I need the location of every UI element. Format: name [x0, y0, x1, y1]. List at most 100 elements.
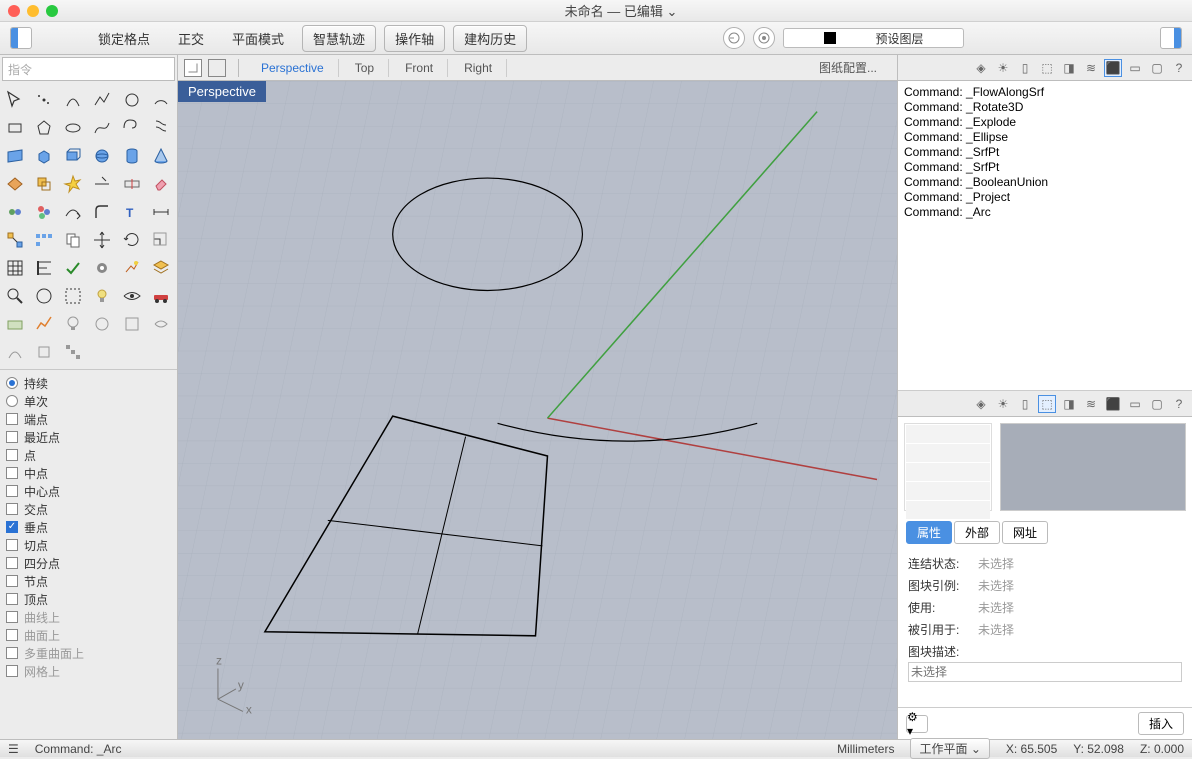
- eraser-tool[interactable]: [148, 171, 174, 197]
- hide-tool[interactable]: [119, 283, 145, 309]
- cylinder-tool[interactable]: [119, 143, 145, 169]
- quad-check[interactable]: [6, 557, 18, 569]
- perspective-tab[interactable]: Perspective: [247, 59, 339, 77]
- split-tool[interactable]: [119, 171, 145, 197]
- minimize-button[interactable]: [27, 5, 39, 17]
- spiral-tool[interactable]: [119, 115, 145, 141]
- grid-tool[interactable]: [2, 255, 28, 281]
- left-sidebar-toggle[interactable]: [10, 27, 32, 49]
- command-input[interactable]: 指令: [2, 57, 175, 81]
- cplane-button[interactable]: 工作平面 ⌄: [910, 738, 989, 759]
- car-tool[interactable]: [148, 283, 174, 309]
- group-tool[interactable]: [31, 199, 57, 225]
- render-tool[interactable]: [119, 255, 145, 281]
- url-tab[interactable]: 网址: [1002, 521, 1048, 544]
- polyline-tool[interactable]: [89, 87, 115, 113]
- camera-icon[interactable]: ◨: [1060, 59, 1078, 77]
- right-tab[interactable]: Right: [450, 59, 507, 77]
- rotate-tool[interactable]: [119, 227, 145, 253]
- grid-lock-button[interactable]: 锁定格点: [88, 26, 160, 51]
- line-tool[interactable]: [60, 87, 86, 113]
- doc-icon-2[interactable]: ▯: [1016, 395, 1034, 413]
- rect-tool[interactable]: [2, 115, 28, 141]
- attr-tab[interactable]: 属性: [906, 521, 952, 544]
- screen-icon[interactable]: ▢: [1148, 59, 1166, 77]
- stack-icon-2[interactable]: ≋: [1082, 395, 1100, 413]
- block-desc-input[interactable]: [908, 662, 1182, 682]
- history-button[interactable]: 建构历史: [453, 25, 527, 52]
- single-view-button[interactable]: [208, 59, 226, 77]
- layer-tool[interactable]: [148, 255, 174, 281]
- pointer-tool[interactable]: [2, 87, 28, 113]
- material-tool[interactable]: [2, 311, 28, 337]
- stack-icon[interactable]: ≋: [1082, 59, 1100, 77]
- sun-icon[interactable]: ☀: [994, 59, 1012, 77]
- center-check[interactable]: [6, 485, 18, 497]
- zoom-tool[interactable]: [2, 283, 28, 309]
- array-tool[interactable]: [31, 227, 57, 253]
- helix-tool[interactable]: [148, 115, 174, 141]
- doc-icon[interactable]: ▯: [1016, 59, 1034, 77]
- dimension-tool[interactable]: [148, 199, 174, 225]
- viewport-label[interactable]: Perspective: [178, 81, 266, 102]
- block-list[interactable]: [904, 423, 992, 511]
- settings-tool[interactable]: [89, 255, 115, 281]
- sun-icon-2[interactable]: ☀: [994, 395, 1012, 413]
- surface-tool[interactable]: [2, 143, 28, 169]
- monitor-icon[interactable]: ▭: [1126, 59, 1144, 77]
- help-icon[interactable]: ?: [1170, 59, 1188, 77]
- top-tab[interactable]: Top: [341, 59, 389, 77]
- analyze-tool[interactable]: [31, 311, 57, 337]
- misc-5-tool[interactable]: [31, 339, 57, 365]
- explode-tool[interactable]: [60, 171, 86, 197]
- bulb-tool[interactable]: [60, 311, 86, 337]
- arc-tool[interactable]: [148, 87, 174, 113]
- front-tab[interactable]: Front: [391, 59, 448, 77]
- layout-config-button[interactable]: 图纸配置...: [805, 59, 891, 77]
- box-icon[interactable]: ⬚: [1038, 59, 1056, 77]
- perp-check[interactable]: [6, 521, 18, 533]
- monitor-icon-2[interactable]: ▭: [1126, 395, 1144, 413]
- tan-check[interactable]: [6, 539, 18, 551]
- mesh-tool[interactable]: [2, 171, 28, 197]
- misc-3-tool[interactable]: [148, 311, 174, 337]
- display-icon[interactable]: ⬛: [1104, 59, 1122, 77]
- extract-tool[interactable]: [31, 171, 57, 197]
- viewport[interactable]: z x y Perspective: [178, 81, 897, 739]
- box-tool[interactable]: [60, 143, 86, 169]
- close-button[interactable]: [8, 5, 20, 17]
- oncurve-check[interactable]: [6, 611, 18, 623]
- ext-tab[interactable]: 外部: [954, 521, 1000, 544]
- status-units[interactable]: Millimeters: [837, 742, 894, 756]
- polygon-tool[interactable]: [31, 115, 57, 141]
- scale-tool[interactable]: [148, 227, 174, 253]
- box-icon-2[interactable]: ⬚: [1038, 395, 1056, 413]
- ortho-button[interactable]: 正交: [168, 26, 214, 51]
- insert-button[interactable]: 插入: [1138, 712, 1184, 735]
- gear-button[interactable]: ⚙ ▾: [906, 715, 928, 733]
- layers-icon-2[interactable]: ◈: [972, 395, 990, 413]
- layer-selector[interactable]: 预设图层: [783, 28, 965, 48]
- maximize-button[interactable]: [46, 5, 58, 17]
- misc-1-tool[interactable]: [89, 311, 115, 337]
- check-tool[interactable]: [60, 255, 86, 281]
- single-radio[interactable]: [6, 395, 18, 407]
- smarttrack-button[interactable]: 智慧轨迹: [302, 25, 376, 52]
- end-check[interactable]: [6, 413, 18, 425]
- misc-6-tool[interactable]: [60, 339, 86, 365]
- knot-check[interactable]: [6, 575, 18, 587]
- onpolysrf-check[interactable]: [6, 647, 18, 659]
- dial-icon-2[interactable]: [753, 27, 775, 49]
- light-tool[interactable]: [89, 283, 115, 309]
- ellipse-tool[interactable]: [60, 115, 86, 141]
- select-tool[interactable]: [60, 283, 86, 309]
- cone-tool[interactable]: [148, 143, 174, 169]
- planar-button[interactable]: 平面模式: [222, 26, 294, 51]
- move-tool[interactable]: [89, 227, 115, 253]
- misc-2-tool[interactable]: [119, 311, 145, 337]
- right-sidebar-toggle[interactable]: [1160, 27, 1182, 49]
- solid-tool[interactable]: [31, 143, 57, 169]
- camera-icon-2[interactable]: ◨: [1060, 395, 1078, 413]
- near-check[interactable]: [6, 431, 18, 443]
- text-tool[interactable]: T: [119, 199, 145, 225]
